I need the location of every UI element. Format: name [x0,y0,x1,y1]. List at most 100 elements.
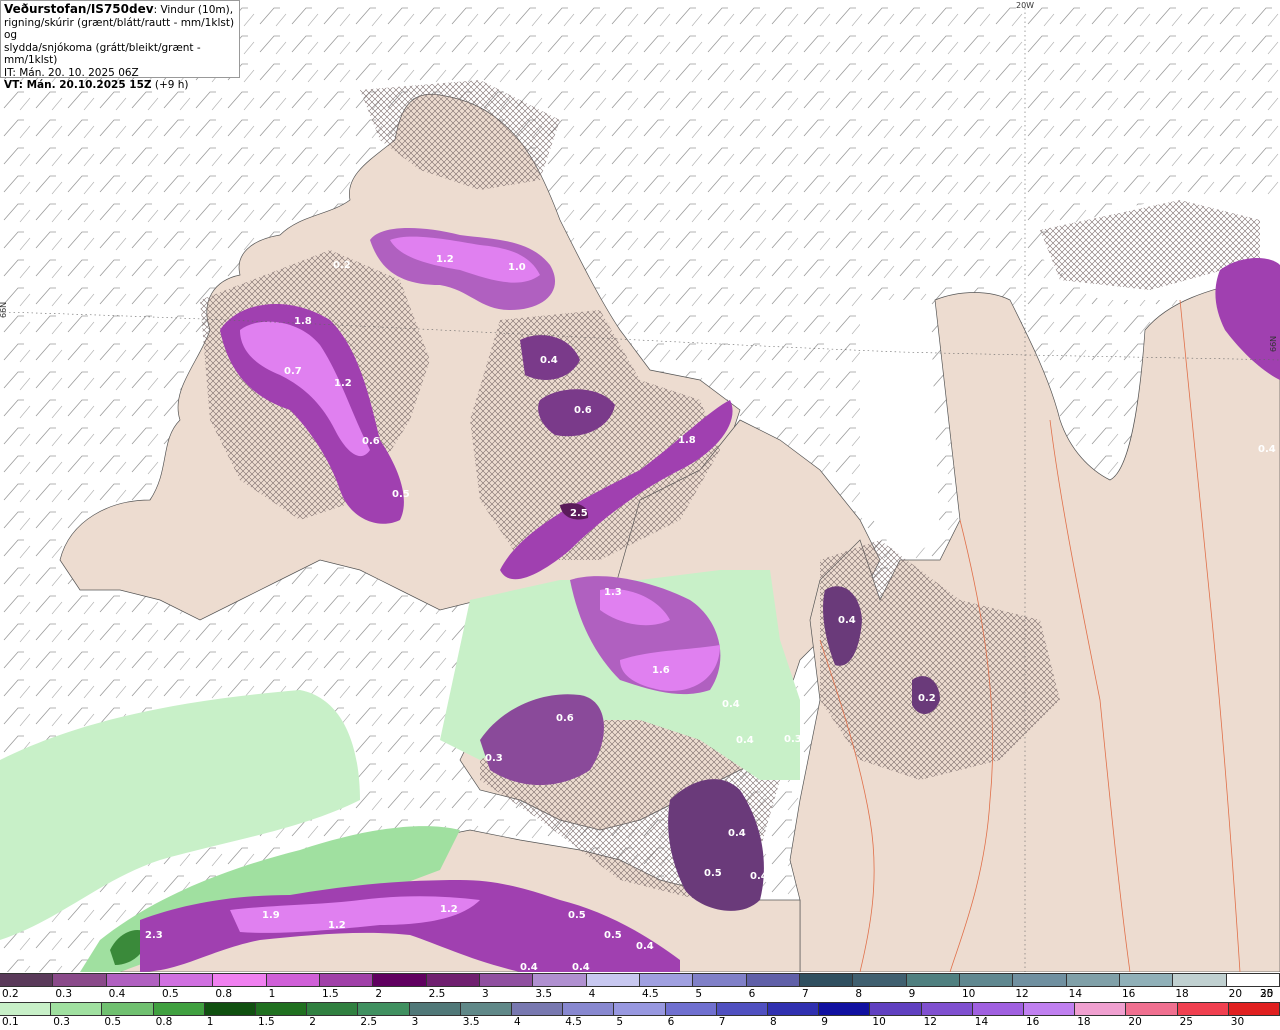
snow-legend-swatch [746,974,800,986]
precip-label: 0.3 [784,734,802,745]
rain-legend-swatch [563,1003,615,1015]
precip-label: 0.4 [728,828,746,839]
precip-label: 0.4 [722,699,740,710]
rain-legend-swatch [972,1003,1025,1015]
snow-legend-label: 0.2 [2,988,19,1000]
snow-legend-label: 6 [748,988,756,1000]
rain-legend-swatch [1126,1003,1178,1015]
snow-legend-label: 14 [1068,988,1083,1000]
precip-label: 0.6 [574,405,592,416]
precip-label: 0.4 [540,355,558,366]
snow-legend-label: 16 [1122,988,1136,1000]
rain-legend-label: 10 [872,1016,886,1028]
snow-legend-swatch [479,974,534,986]
rain-legend-label: 6 [667,1016,675,1028]
rain-color-bar [0,1002,1280,1016]
snow-legend-label: 2.5 [428,988,446,1000]
snow-legend-label: 7 [802,988,809,1000]
rain-legend-swatch [819,1003,871,1015]
lat-label-left: 66N [0,302,8,318]
valid-offset: (+9 h) [151,79,189,91]
snow-legend-swatch [1013,974,1067,986]
rain-legend-swatch [921,1003,973,1015]
lon-label-20w: 20W [1016,1,1034,10]
precip-label: 0.4 [520,962,538,972]
precip-label: 2.3 [145,930,163,941]
precip-label: 0.6 [362,436,380,447]
rain-legend-swatch [870,1003,922,1015]
snow-legend-label: 0.4 [108,988,126,1000]
rain-legend-swatch [307,1003,359,1015]
snow-legend-swatch [639,974,694,986]
snow-legend-swatch [1066,974,1120,986]
rain-legend-label: 3 [411,1016,419,1028]
snow-legend-label: 20 [1228,988,1243,1000]
snow-scale-labels: 0.2 0.3 0.4 0.5 0.8 1 1.5 2 2.5 3 3.5 4 4.5 5 6 7 8 9 10 12… [0,988,1280,1002]
snow-legend-label: 8 [855,988,863,1000]
precip-label: 0.4 [838,615,856,626]
rain-legend-label: 30 [1230,1016,1245,1028]
precip-label: 0.2 [918,693,936,704]
snow-legend-label: 2 [375,988,383,1000]
precip-label: 1.3 [604,587,622,598]
snow-legend-label: 10 [962,988,976,1000]
rain-legend-label: 9 [821,1016,828,1028]
rain-scale-labels: 0.1 0.3 0.5 0.8 1 1.5 2 2.5 3 3.5 4 4.5 5 6 7 8 9 10 12 14 1… [0,1016,1280,1030]
precip-label: 0.4 [572,962,590,972]
rain-legend-label: 16 [1026,1016,1040,1028]
rain-legend-label: 20 [1128,1016,1142,1028]
rain-legend-label: 3.5 [462,1016,480,1028]
snow-legend-label: 0.8 [215,988,233,1000]
rain-legend-label: 18 [1077,1016,1091,1028]
snow-legend-label: 4.5 [642,988,659,1000]
precip-label: 1.2 [436,254,454,265]
rain-legend-swatch [51,1003,103,1015]
title-desc-2: rigning/skúrir (grænt/blátt/rautt - mm/1… [4,16,235,42]
rain-legend-label: 2.5 [360,1016,378,1028]
snow-legend-label: 18 [1175,988,1189,1000]
precip-label: 0.5 [568,910,586,921]
snow-legend-label: 0.5 [162,988,179,1000]
snow-color-bar [0,973,1280,987]
snow-legend-label: 3 [482,988,489,1000]
rain-legend-label: 0.5 [104,1016,122,1028]
rain-legend-label: 0.3 [53,1016,70,1028]
snow-legend-label: 1 [268,988,276,1000]
precip-label: 0.5 [704,868,722,879]
rain-legend-swatch [102,1003,154,1015]
rain-legend-swatch [614,1003,666,1015]
snow-legend-label: 30 [1260,988,1274,1000]
precip-label: 1.2 [440,904,458,915]
rain-legend-swatch [1024,1003,1076,1015]
rain-legend-label: 1.5 [258,1016,275,1028]
forecast-map: 20W 66N 66N 1.2 1.0 0.2 1.8 0.7 1.2 0.6 … [0,0,1280,972]
snow-legend-swatch [533,974,587,986]
snow-legend-swatch [319,974,374,986]
snow-legend-swatch [959,974,1014,986]
snow-legend-label: 12 [1015,988,1029,1000]
snow-legend-swatch [1173,974,1227,986]
precip-label: 0.5 [604,930,622,941]
snow-legend-label: 0.3 [55,988,73,1000]
rain-legend-label: 1 [206,1016,214,1028]
snow-legend-swatch [159,974,214,986]
rain-legend-label: 25 [1179,1016,1193,1028]
precip-label: 1.8 [294,316,312,327]
snow-legend-swatch [906,974,960,986]
precip-label: 1.2 [328,920,346,931]
snow-legend-swatch [53,974,107,986]
rain-legend-swatch [768,1003,820,1015]
rain-legend-label: 0.8 [155,1016,173,1028]
snow-legend-swatch [106,974,160,986]
title-desc-1: : Vindur (10m), [153,4,234,16]
snow-legend-swatch [799,974,854,986]
precip-label: 0.7 [284,366,302,377]
init-time: IT: Mán. 20. 10. 2025 06Z [4,66,139,79]
precip-label: 1.8 [678,435,696,446]
snow-legend-swatch [213,974,267,986]
precip-label: 1.2 [334,378,352,389]
brand-label: Veðurstofan/IS750dev [4,2,154,16]
rain-legend-swatch [409,1003,461,1015]
rain-legend-swatch [153,1003,205,1015]
rain-legend-label: 5 [616,1016,624,1028]
